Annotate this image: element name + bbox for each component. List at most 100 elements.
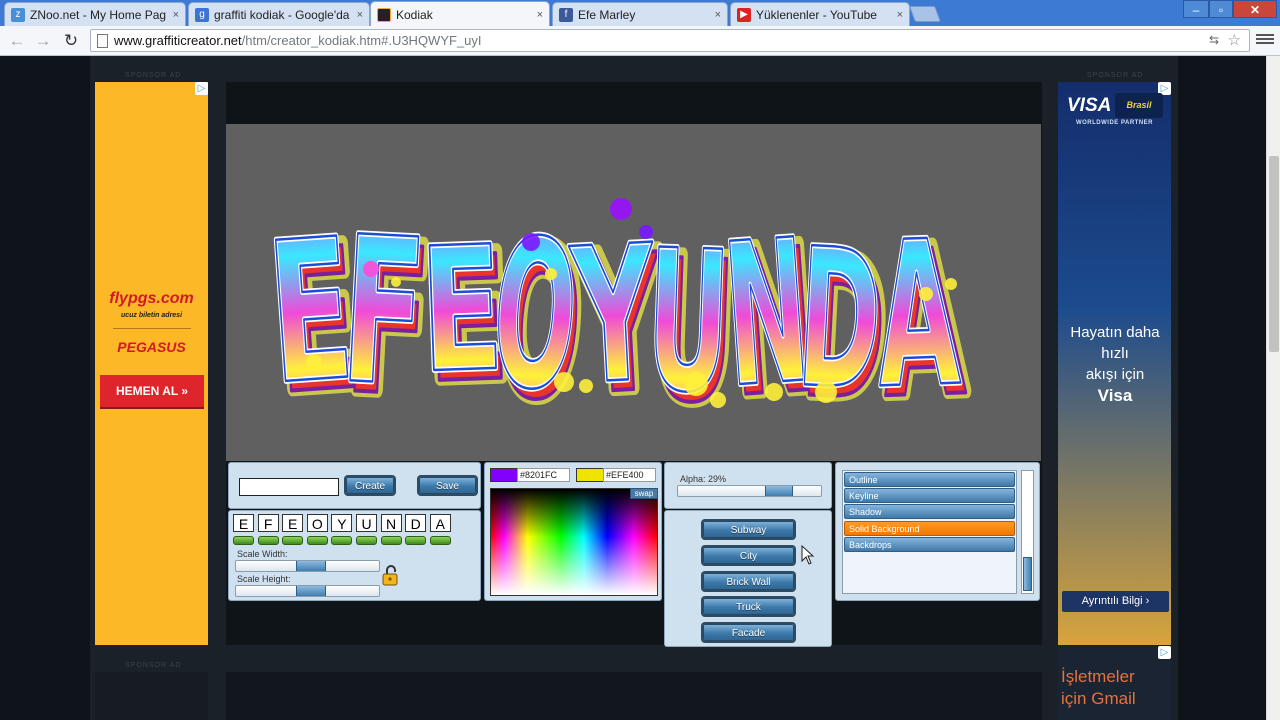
ad-line: akışı için — [1085, 366, 1145, 383]
close-icon[interactable]: × — [357, 9, 363, 21]
graffiti-bubble — [765, 383, 783, 401]
letter-key[interactable]: O — [306, 514, 328, 532]
letter-style-button[interactable] — [380, 536, 402, 545]
letter-style-button[interactable] — [331, 536, 353, 545]
graffiti-letter-outline: A — [873, 198, 963, 434]
letter-style-button[interactable] — [282, 536, 304, 545]
address-bar[interactable]: www.graffiticreator.net/htm/creator_kodi… — [90, 29, 1250, 52]
background-facade-button[interactable]: Facade — [703, 624, 794, 641]
letter-key[interactable]: D — [405, 514, 427, 532]
ad-line: Hayatın daha — [1070, 324, 1160, 341]
letter-key[interactable]: U — [356, 514, 377, 532]
swap-button[interactable]: swap — [630, 488, 658, 499]
tab-facebook[interactable]: f Efe Marley × — [552, 2, 728, 26]
letter-style-button[interactable] — [306, 536, 328, 545]
slider-thumb[interactable] — [765, 486, 793, 496]
back-arrow-icon[interactable]: ← — [6, 30, 28, 52]
scale-height-slider[interactable] — [235, 585, 380, 597]
ad-slogan: ucuz biletin adresi — [120, 312, 183, 319]
graffiti-artwork: EFEOYUNDA EFEOYUNDA EEFFEEOOYYUUNNDDAA — [259, 189, 977, 454]
tab-znoo[interactable]: z ZNoo.net - My Home Pag × — [4, 2, 186, 26]
create-button[interactable]: Create — [346, 477, 394, 494]
page-scrollbar[interactable] — [1266, 56, 1280, 720]
scrollbar-thumb[interactable] — [1023, 557, 1032, 591]
letter-style-button[interactable] — [356, 536, 377, 545]
slider-thumb[interactable] — [296, 586, 326, 596]
tab-youtube[interactable]: ▶ Yüklenenler - YouTube × — [730, 2, 910, 26]
adchoices-icon[interactable]: ▷ — [195, 82, 208, 95]
letter-key[interactable]: Y — [331, 514, 353, 532]
close-icon[interactable]: × — [173, 9, 179, 21]
minimize-icon[interactable]: – — [1183, 0, 1209, 18]
translate-icon[interactable]: ⇆ — [1209, 33, 1219, 47]
facebook-icon: f — [559, 7, 573, 22]
layer-outline[interactable]: Outline — [844, 472, 1015, 487]
window-close-icon[interactable]: ✕ — [1233, 0, 1277, 18]
graffiti-text-input[interactable] — [239, 478, 339, 496]
ad-cta-button[interactable]: Ayrıntılı Bilgi › — [1062, 591, 1169, 612]
color2-swatch[interactable] — [576, 468, 604, 482]
graffiti-canvas[interactable]: EFEOYUNDA EFEOYUNDA EEFFEEOOYYUUNNDDAA — [226, 124, 1041, 461]
tab-strip: z ZNoo.net - My Home Pag × g graffiti ko… — [0, 0, 1280, 27]
color1-swatch[interactable] — [490, 468, 518, 482]
sponsor-label: SPONSOR AD — [1087, 72, 1144, 79]
tab-kodiak[interactable]: Kodiak × — [370, 1, 550, 27]
tab-label: Efe Marley — [578, 7, 636, 22]
save-button[interactable]: Save — [419, 477, 476, 494]
ad-headline: Hayatın daha hızlı akışı için Visa — [1062, 322, 1168, 406]
graffiti-creator: EFEOYUNDA EFEOYUNDA EEFFEEOOYYUUNNDDAA C… — [226, 82, 1042, 647]
letter-style-button[interactable] — [257, 536, 279, 545]
letter-key[interactable]: E — [282, 514, 304, 532]
graffiti-bubble — [545, 268, 557, 280]
letter-key[interactable]: F — [257, 514, 279, 532]
lock-icon[interactable] — [381, 564, 401, 586]
letter-key[interactable]: A — [429, 514, 451, 532]
gmail-ad[interactable]: ▷ İşletmeler için Gmail — [1058, 646, 1171, 720]
layer-backdrops[interactable]: Backdrops — [844, 537, 1015, 552]
letter-style-button[interactable] — [233, 536, 254, 545]
letter-style-button[interactable] — [405, 536, 427, 545]
pegasus-ad[interactable]: ▷ flypgs.com ucuz biletin adresi PEGASUS… — [95, 82, 208, 645]
forward-arrow-icon[interactable]: → — [32, 30, 54, 52]
background-brick-wall-button[interactable]: Brick Wall — [703, 573, 794, 590]
sponsor-label: SPONSOR AD — [125, 662, 182, 669]
sponsor-label: SPONSOR AD — [125, 72, 182, 79]
graffiti-bubble — [579, 379, 593, 393]
layer-solid-background[interactable]: Solid Background — [844, 521, 1015, 536]
menu-icon[interactable] — [1256, 32, 1274, 48]
tab-google[interactable]: g graffiti kodiak - Google'da × — [188, 2, 370, 26]
layers-panel: Outline Keyline Shadow Solid Background … — [835, 462, 1040, 601]
ad-divider — [113, 328, 191, 329]
youtube-icon: ▶ — [737, 7, 751, 22]
new-tab-button[interactable] — [909, 6, 941, 22]
color2-hex[interactable]: #EFE400 — [603, 468, 656, 482]
close-icon[interactable]: × — [537, 9, 543, 21]
layer-shadow[interactable]: Shadow — [844, 504, 1015, 519]
letter-key[interactable]: E — [233, 514, 254, 532]
letter-key[interactable]: N — [380, 514, 402, 532]
ad-cta-button[interactable]: HEMEN AL » — [100, 375, 204, 407]
ad-line: için Gmail — [1061, 689, 1136, 708]
background-truck-button[interactable]: Truck — [703, 598, 794, 615]
layer-scrollbar[interactable] — [1021, 470, 1034, 594]
adchoices-icon[interactable]: ▷ — [1158, 646, 1171, 659]
close-icon[interactable]: × — [715, 9, 721, 21]
color-spectrum-picker[interactable] — [490, 488, 658, 596]
reload-icon[interactable]: ↻ — [60, 30, 82, 52]
alpha-slider[interactable] — [677, 485, 822, 497]
maximize-icon[interactable]: ▫ — [1209, 0, 1233, 18]
letter-style-button[interactable] — [429, 536, 451, 545]
close-icon[interactable]: × — [897, 9, 903, 21]
scale-width-slider[interactable] — [235, 560, 380, 572]
visa-logo: VISA — [1067, 95, 1112, 116]
background-subway-button[interactable]: Subway — [703, 521, 794, 538]
scrollbar-thumb[interactable] — [1269, 156, 1279, 352]
slider-thumb[interactable] — [296, 561, 326, 571]
graffiti-letters: EEFFEEOOYYUUNNDDAA — [259, 189, 966, 441]
mouse-cursor-icon — [801, 545, 815, 565]
background-city-button[interactable]: City — [703, 547, 794, 564]
layer-keyline[interactable]: Keyline — [844, 488, 1015, 503]
visa-ad[interactable]: ▷ VISA Brasil WORLDWIDE PARTNER Hayatın … — [1058, 82, 1171, 645]
bookmark-star-icon[interactable]: ☆ — [1228, 31, 1241, 49]
color1-hex[interactable]: #8201FC — [517, 468, 570, 482]
